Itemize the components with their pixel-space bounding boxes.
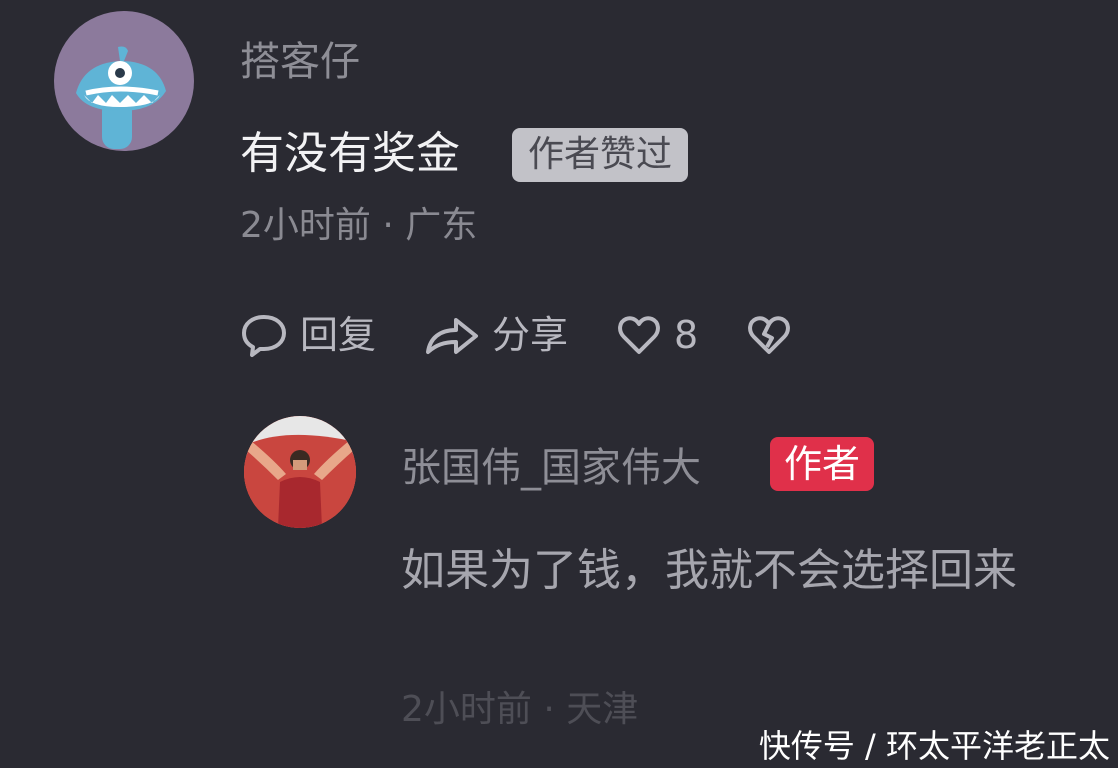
comment-thread: 搭客仔 有没有奖金 作者赞过 2小时前 · 广东 回复 分享 8 张国伟_国家伟…	[0, 0, 1118, 768]
watermark-text: 快传号 / 环太平洋老正太	[758, 727, 1110, 765]
like-button[interactable]: 8	[616, 314, 698, 356]
share-arrow-icon	[426, 318, 479, 354]
commenter-username[interactable]: 搭客仔	[240, 42, 360, 82]
reply-label: 回复	[300, 313, 377, 357]
like-count: 8	[674, 313, 699, 357]
comment-meta: 2小时前 · 广东	[240, 205, 478, 246]
broken-heart-icon	[748, 316, 791, 354]
author-avatar[interactable]	[244, 416, 356, 528]
author-liked-badge: 作者赞过	[512, 128, 689, 182]
author-username[interactable]: 张国伟_国家伟大	[401, 448, 701, 488]
commenter-avatar[interactable]	[54, 11, 194, 151]
mushroom-mascot-icon	[76, 46, 166, 149]
share-button[interactable]: 分享	[424, 312, 568, 358]
author-badge: 作者	[770, 437, 875, 491]
comment-text: 有没有奖金	[240, 128, 460, 179]
athlete-with-flag-icon	[244, 416, 356, 528]
comment-actions: 回复 分享 8	[240, 310, 840, 360]
speech-bubble-icon	[242, 315, 286, 357]
reply-meta: 2小时前 · 天津	[401, 689, 639, 730]
reply-text: 如果为了钱，我就不会选择回来	[401, 545, 1017, 596]
share-label: 分享	[492, 313, 569, 357]
dislike-button[interactable]	[746, 314, 792, 356]
heart-icon	[618, 316, 660, 354]
reply-button[interactable]: 回复	[240, 312, 376, 358]
